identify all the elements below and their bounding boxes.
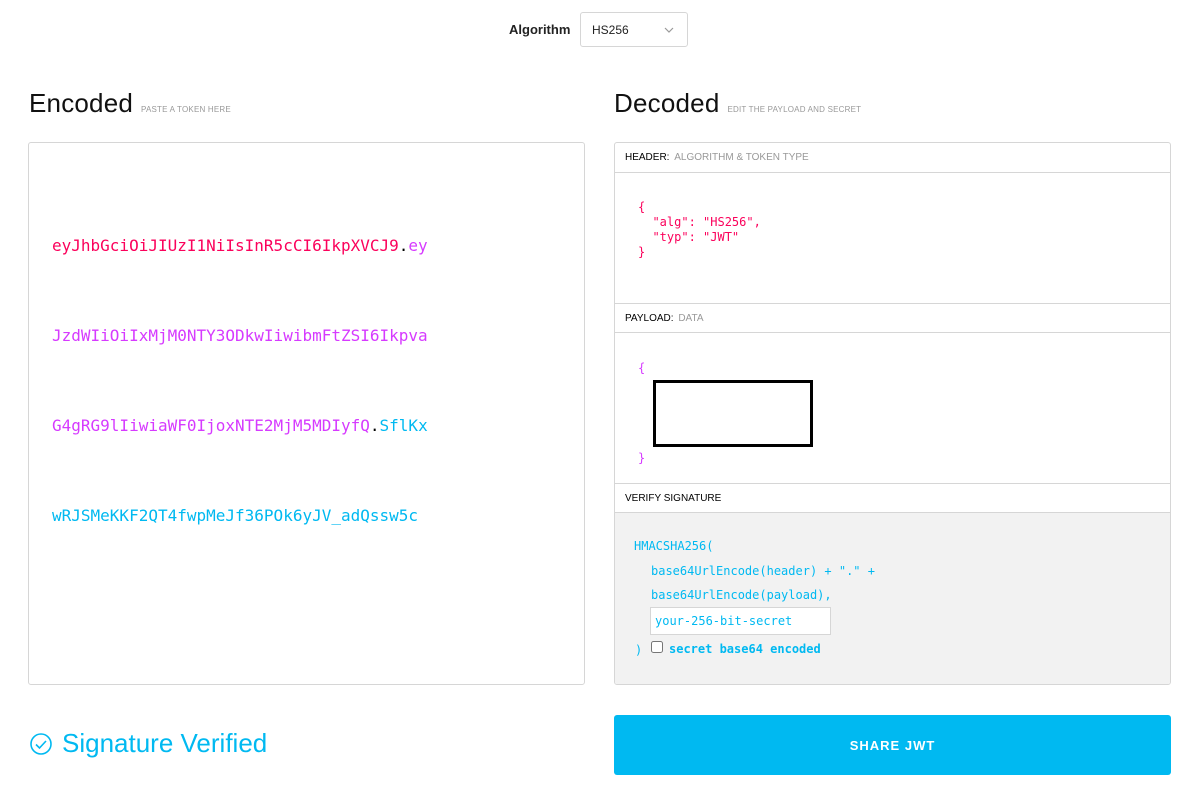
decoded-title: Decoded <box>614 88 720 118</box>
algorithm-select[interactable]: HS256 <box>580 12 688 47</box>
token-payload-part: G4gRG9lIiwiaWF0IjoxNTE2MjM5MDIyfQ <box>52 416 370 435</box>
payload-redaction-box <box>653 380 813 447</box>
encoded-token-text: eyJhbGciOiJIUzI1NiIsInR5cCI6IkpXVCJ9.ey … <box>52 171 552 591</box>
signature-status-text: Signature Verified <box>62 728 268 758</box>
token-dot: . <box>369 416 380 435</box>
secret-base64-label[interactable]: secret base64 encoded <box>669 642 821 656</box>
decoded-subtitle: EDIT THE PAYLOAD AND SECRET <box>727 105 862 114</box>
secret-base64-checkbox[interactable] <box>651 641 663 653</box>
header-section-label: HEADER: ALGORITHM & TOKEN TYPE <box>615 143 1170 173</box>
token-line: G4gRG9lIiwiaWF0IjoxNTE2MjM5MDIyfQ.SflKx <box>52 411 552 441</box>
algorithm-selected-value: HS256 <box>592 23 629 37</box>
decoded-heading: Decoded EDIT THE PAYLOAD AND SECRET <box>614 88 861 119</box>
chevron-down-icon <box>664 27 674 33</box>
secret-input[interactable] <box>650 607 831 635</box>
hmac-payload-arg: base64UrlEncode(payload), <box>651 588 832 602</box>
verify-label: VERIFY SIGNATURE <box>625 493 722 504</box>
encoded-subtitle: PASTE A TOKEN HERE <box>141 105 231 114</box>
token-payload-part: JzdWIiOiIxMjM0NTY3ODkwIiwibmFtZSI6Ikpva <box>52 326 428 345</box>
hmac-function-text: HMACSHA256( <box>634 539 714 553</box>
signature-status: Signature Verified <box>29 728 267 759</box>
payload-label-muted: DATA <box>678 313 704 324</box>
token-line: wRJSMeKKF2QT4fwpMeJf36POk6yJV_adQssw5c <box>52 501 552 531</box>
encoded-title: Encoded <box>29 88 134 118</box>
header-label-muted: ALGORITHM & TOKEN TYPE <box>674 152 809 163</box>
verify-signature-body: HMACSHA256( base64UrlEncode(header) + ".… <box>615 513 1170 684</box>
payload-label: PAYLOAD: <box>625 313 674 324</box>
token-payload-part: ey <box>408 236 428 255</box>
payload-json-editor[interactable]: { } <box>638 361 645 466</box>
share-jwt-button[interactable]: SHARE JWT <box>614 715 1171 775</box>
encoded-token-editor[interactable]: eyJhbGciOiJIUzI1NiIsInR5cCI6IkpXVCJ9.ey … <box>28 142 585 685</box>
decoded-panel: HEADER: ALGORITHM & TOKEN TYPE { "alg": … <box>614 142 1171 685</box>
token-line: JzdWIiOiIxMjM0NTY3ODkwIiwibmFtZSI6Ikpva <box>52 321 552 351</box>
token-signature-part: SflKx <box>379 416 428 435</box>
algorithm-label: Algorithm <box>509 22 571 37</box>
token-dot: . <box>398 236 409 255</box>
header-json-editor[interactable]: { "alg": "HS256", "typ": "JWT" } <box>638 200 761 260</box>
header-label: HEADER: <box>625 152 670 163</box>
verify-signature-label: VERIFY SIGNATURE <box>615 483 1170 513</box>
hmac-close-paren: ) <box>635 643 643 657</box>
check-circle-icon <box>30 732 52 755</box>
token-signature-part: wRJSMeKKF2QT4fwpMeJf36POk6yJV_adQssw5c <box>52 506 419 525</box>
token-line: eyJhbGciOiJIUzI1NiIsInR5cCI6IkpXVCJ9.ey <box>52 231 552 261</box>
token-header-part: eyJhbGciOiJIUzI1NiIsInR5cCI6IkpXVCJ9 <box>52 236 399 255</box>
encoded-heading: Encoded PASTE A TOKEN HERE <box>29 88 231 119</box>
hmac-header-arg: base64UrlEncode(header) + "." + <box>651 564 875 578</box>
payload-section-label: PAYLOAD: DATA <box>615 303 1170 333</box>
